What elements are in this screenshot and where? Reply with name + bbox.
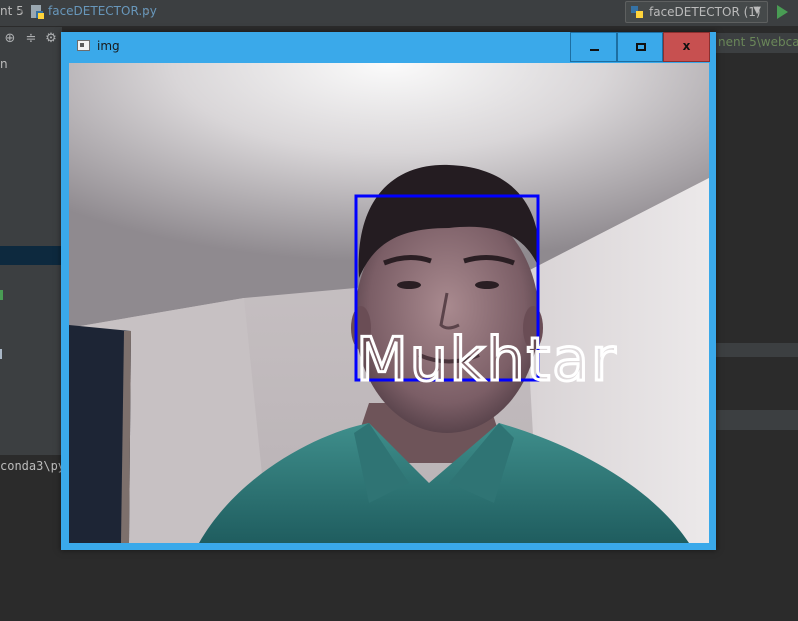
- editor-path-bar: nent 5\webcam_: [716, 33, 798, 53]
- close-icon: x: [682, 39, 691, 53]
- gear-icon[interactable]: ⚙: [44, 32, 58, 46]
- window-titlebar[interactable]: img x: [61, 32, 716, 62]
- project-tree-selected-row[interactable]: [0, 246, 61, 265]
- webcam-image: Mukhtar: [69, 63, 709, 543]
- python-file-icon: [31, 5, 44, 19]
- tool-window-header: [716, 410, 798, 430]
- project-panel: n: [0, 53, 61, 433]
- close-button[interactable]: x: [663, 32, 710, 62]
- chevron-down-icon: ▼: [753, 5, 761, 16]
- python-run-config-icon: [631, 6, 643, 18]
- maximize-button[interactable]: [617, 32, 663, 62]
- breadcrumb-separator: ›: [19, 4, 24, 18]
- breadcrumb-file[interactable]: faceDETECTOR.py: [48, 4, 157, 18]
- editor-divider: [716, 343, 798, 357]
- project-toolbar: ⊕ ≑ ⚙: [0, 27, 62, 53]
- run-icon[interactable]: [777, 5, 788, 19]
- breadcrumb-separator: ›: [145, 4, 150, 18]
- minimize-button[interactable]: [570, 32, 617, 62]
- vcs-change-marker: [0, 290, 3, 300]
- maximize-icon: [636, 43, 646, 51]
- webcam-frame: Mukhtar: [69, 63, 709, 543]
- window-title: img: [97, 39, 120, 53]
- face-label: Mukhtar: [356, 325, 618, 395]
- text-cursor: [0, 349, 2, 359]
- project-panel-text: n: [0, 57, 8, 71]
- opencv-image-window[interactable]: img x Mukhtar: [61, 32, 716, 550]
- editor-path-text: nent 5\webcam_: [718, 35, 798, 49]
- run-configuration-label: faceDETECTOR (1): [649, 5, 761, 19]
- collapse-icon[interactable]: ≑: [24, 32, 38, 46]
- settings-target-icon[interactable]: ⊕: [3, 32, 17, 46]
- run-panel-header: [0, 433, 61, 455]
- minimize-icon: [590, 49, 599, 51]
- run-configuration-dropdown[interactable]: faceDETECTOR (1) ▼: [625, 1, 768, 23]
- window-app-icon: [77, 40, 90, 51]
- console-output-line: conda3\py: [0, 459, 66, 473]
- ide-navigation-bar: nt 5 › faceDETECTOR.py › faceDETECTOR (1…: [0, 0, 798, 27]
